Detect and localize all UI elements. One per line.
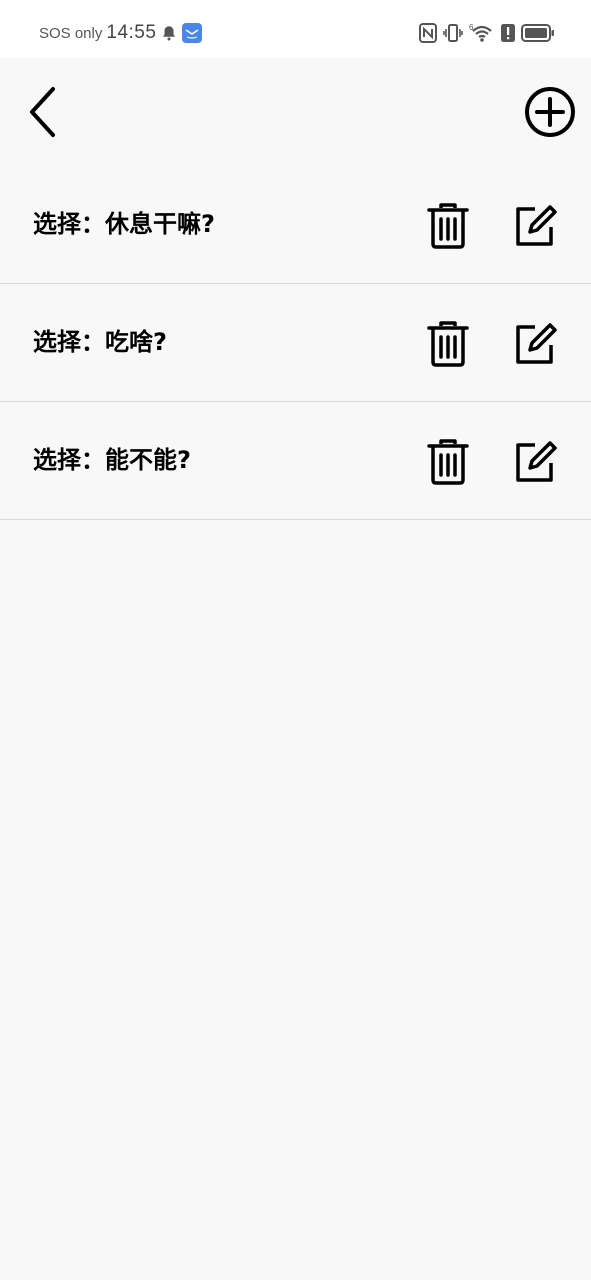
status-left: SOS only 14:55 <box>39 20 203 46</box>
bell-icon <box>160 24 178 42</box>
edit-icon <box>516 323 557 364</box>
app-bar <box>0 58 591 166</box>
choice-list: 选择：休息干嘛? 选择：吃啥? 选择：能不能? <box>0 166 591 520</box>
edit-icon <box>516 441 557 482</box>
alert-icon <box>501 24 515 42</box>
nfc-icon <box>419 23 437 43</box>
edit-button[interactable] <box>511 319 561 369</box>
edit-icon <box>516 205 557 246</box>
vibrate-icon <box>443 23 463 43</box>
back-button[interactable] <box>22 84 62 140</box>
chevron-left-icon <box>30 87 55 137</box>
trash-icon <box>427 203 469 249</box>
delete-button[interactable] <box>424 437 472 487</box>
battery-icon <box>521 24 555 42</box>
carrier-text: SOS only <box>39 24 103 42</box>
edit-button[interactable] <box>511 201 561 251</box>
status-right: 6 <box>419 21 555 45</box>
clock-time: 14:55 <box>106 22 157 43</box>
list-item[interactable]: 选择：吃啥? <box>0 284 591 402</box>
wifi-icon: 6 <box>469 22 495 44</box>
list-item[interactable]: 选择：休息干嘛? <box>0 166 591 284</box>
edit-button[interactable] <box>511 437 561 487</box>
delete-button[interactable] <box>424 201 472 251</box>
app-notification-icon <box>182 23 203 43</box>
list-item[interactable]: 选择：能不能? <box>0 402 591 520</box>
delete-button[interactable] <box>424 319 472 369</box>
add-button[interactable] <box>522 84 578 140</box>
trash-icon <box>427 439 469 485</box>
status-bar: SOS only 14:55 6 <box>0 0 591 58</box>
plus-circle-icon <box>525 87 575 137</box>
trash-icon <box>427 321 469 367</box>
item-label: 选择：吃啥? <box>33 328 167 356</box>
item-label: 选择：能不能? <box>33 446 191 474</box>
item-label: 选择：休息干嘛? <box>33 210 215 238</box>
screen: SOS only 14:55 6 选择：休息干嘛? 选择：吃啥? 选择：能不能? <box>0 0 591 1280</box>
